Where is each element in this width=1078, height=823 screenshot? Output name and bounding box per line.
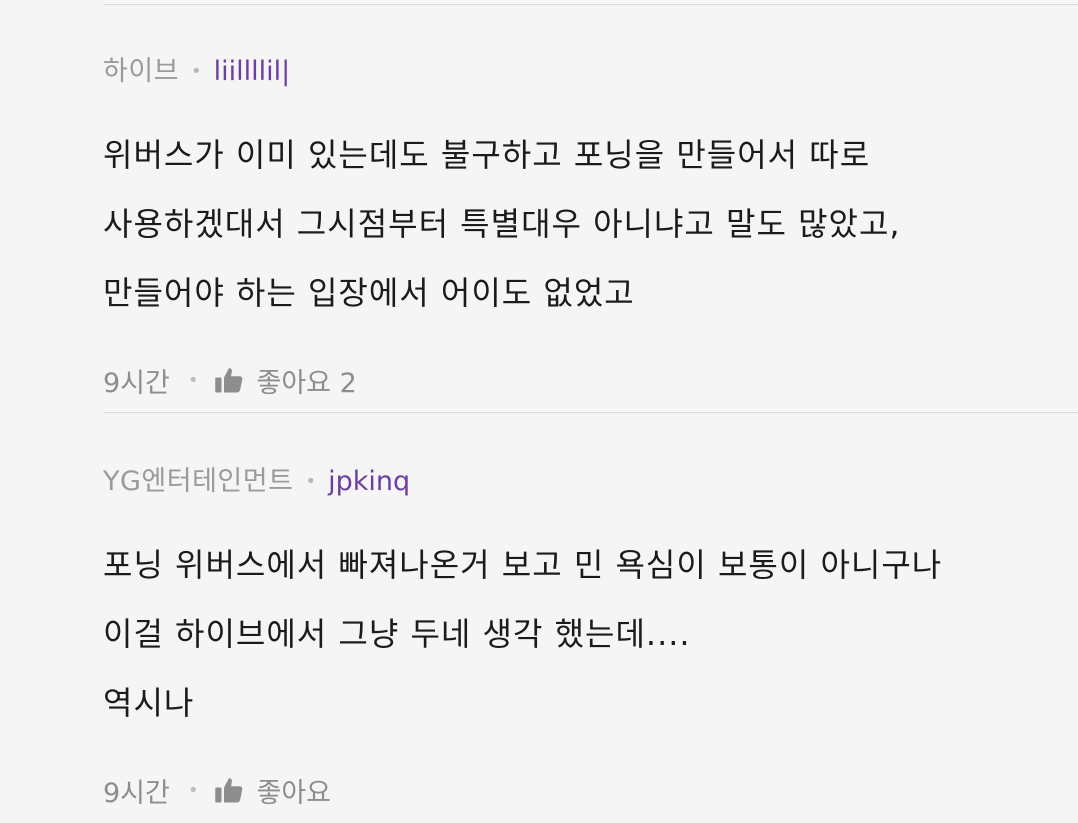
username[interactable]: liillllil| [214, 52, 291, 92]
comment: 하이브 • liillllil| 위버스가 이미 있는데도 불구하고 포닝을 만… [103, 52, 1058, 400]
team-name: 하이브 [103, 56, 180, 87]
comment: YG엔터테인먼트 • jpkinq 포닝 위버스에서 빠져나온거 보고 민 욕심… [103, 462, 1058, 810]
team-name: YG엔터테인먼트 [103, 466, 294, 497]
comment-time: 9시간 [103, 777, 170, 809]
like-button[interactable]: 좋아요 2 [214, 361, 357, 400]
comment-footer: 9시간 • 좋아요 [103, 770, 1058, 810]
comment-meta: YG엔터테인먼트 • jpkinq [103, 462, 1058, 502]
comment-line: 위버스가 이미 있는데도 불구하고 포닝을 만들어서 따로 [103, 136, 871, 174]
comment-line: 만들어야 하는 입장에서 어이도 없었고 [103, 274, 635, 312]
comment-body: 위버스가 이미 있는데도 불구하고 포닝을 만들어서 따로 사용하겠대서 그시점… [103, 121, 1058, 328]
comment-line: 사용하겠대서 그시점부터 특별대우 아니냐고 말도 많았고, [103, 205, 901, 243]
comment-body: 포닝 위버스에서 빠져나온거 보고 민 욕심이 보통이 아니구나 이걸 하이브에… [103, 531, 1058, 738]
thumbs-up-icon [215, 368, 243, 393]
comment-line: 이걸 하이브에서 그냥 두네 생각 했는데.... [103, 615, 691, 653]
top-divider [103, 4, 1078, 5]
like-button[interactable]: 좋아요 [214, 771, 331, 810]
comment-line: 역시나 [103, 684, 195, 722]
username[interactable]: jpkinq [328, 462, 410, 502]
separator-dot: • [191, 61, 202, 82]
separator-dot: • [187, 369, 199, 391]
like-label: 좋아요 [256, 777, 332, 809]
comment-line: 포닝 위버스에서 빠져나온거 보고 민 욕심이 보통이 아니구나 [103, 546, 943, 584]
comment-divider [103, 412, 1078, 413]
comment-footer: 9시간 • 좋아요 2 [103, 360, 1058, 400]
thumbs-up-icon [215, 778, 243, 803]
separator-dot: • [187, 779, 199, 801]
comment-meta: 하이브 • liillllil| [103, 52, 1058, 92]
like-label: 좋아요 2 [256, 367, 357, 399]
separator-dot: • [305, 471, 317, 492]
comment-time: 9시간 [103, 367, 170, 399]
